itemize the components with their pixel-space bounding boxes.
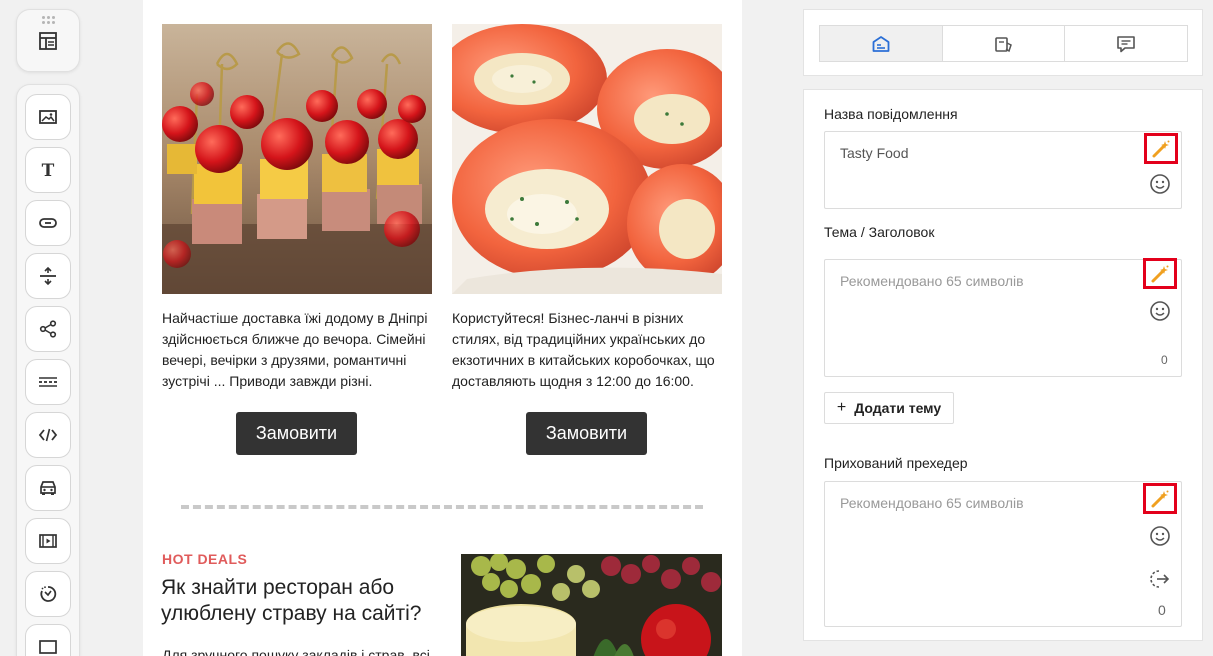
drag-handle-icon[interactable] (41, 16, 57, 24)
deal-image-cheese-fruit[interactable] (461, 554, 722, 656)
tab-sms-settings[interactable] (943, 26, 1066, 61)
message-name-value[interactable]: Tasty Food (840, 145, 908, 161)
spacer-block-icon (40, 266, 56, 286)
emoji-icon[interactable] (1149, 300, 1171, 322)
html-code-icon (38, 428, 58, 442)
svg-text:T: T (42, 161, 55, 180)
magic-wand-icon (1151, 490, 1169, 507)
order-button-left[interactable]: Замовити (236, 412, 357, 455)
emoji-icon[interactable] (1149, 525, 1171, 547)
ai-generate-button[interactable] (1143, 258, 1177, 289)
social-share-icon (39, 320, 57, 338)
button-block-button[interactable] (25, 200, 71, 246)
hot-deals-label: HOT DEALS (162, 551, 248, 567)
card-left-text: Найчастіше доставка їжі додому в Дніпрі … (162, 310, 428, 389)
timer-block-button[interactable] (25, 571, 71, 617)
image-block-button[interactable] (25, 94, 71, 140)
preheader-label: Прихований прехедер (824, 455, 968, 471)
email-canvas[interactable]: Найчастіше доставка їжі додому в Дніпрі … (143, 0, 742, 656)
settings-tabs (819, 25, 1188, 62)
more-block-icon (39, 640, 57, 654)
html-code-button[interactable] (25, 412, 71, 458)
message-name-field[interactable]: Tasty Food (824, 131, 1182, 209)
divider-block-button[interactable] (25, 359, 71, 405)
settings-tab-card (803, 9, 1203, 76)
video-block-button[interactable] (25, 518, 71, 564)
plus-icon: + (836, 399, 847, 416)
preheader-field[interactable]: Рекомендовано 65 символів 0 (824, 481, 1182, 627)
food-image-salmon-rolls[interactable] (452, 24, 722, 294)
more-block-button[interactable] (25, 624, 71, 656)
tab-message-settings[interactable] (1065, 26, 1187, 61)
add-topic-label: Додати тему (854, 400, 942, 416)
magic-wand-icon (1152, 140, 1170, 157)
preheader-placeholder[interactable]: Рекомендовано 65 символів (840, 495, 1024, 511)
magic-wand-icon (1151, 265, 1169, 282)
subject-char-counter: 0 (1161, 353, 1168, 367)
video-block-icon (39, 534, 57, 548)
tab-email-settings[interactable] (820, 26, 943, 61)
timer-block-icon (40, 586, 57, 602)
toolbar-layout-panel (16, 9, 80, 72)
social-share-button[interactable] (25, 306, 71, 352)
template-layout-icon[interactable] (38, 31, 58, 51)
preheader-char-counter: 0 (1158, 602, 1166, 618)
sms-settings-icon (994, 36, 1012, 52)
ai-generate-button[interactable] (1143, 483, 1177, 514)
email-settings-icon (872, 35, 890, 52)
hot-deals-body: Для зручного пошуку закладів і страв, вс… (162, 647, 430, 656)
insert-variable-icon[interactable] (1149, 568, 1171, 590)
subject-label: Тема / Заголовок (824, 224, 935, 240)
message-name-label: Назва повідомлення (824, 106, 958, 122)
subject-placeholder[interactable]: Рекомендовано 65 символів (840, 273, 1024, 289)
image-block-icon (39, 110, 57, 124)
button-block-icon (39, 218, 57, 228)
spacer-block-button[interactable] (25, 253, 71, 299)
message-settings-form: Назва повідомлення Tasty Food Тема / Заг… (803, 89, 1203, 641)
dashed-divider (181, 505, 703, 509)
product-block-icon (40, 481, 56, 495)
toolbar-blocks-panel: T (16, 84, 80, 656)
product-block-button[interactable] (25, 465, 71, 511)
food-image-skewers[interactable] (162, 24, 432, 294)
text-block-icon: T (42, 161, 55, 180)
add-topic-button[interactable]: + Додати тему (824, 392, 954, 424)
message-settings-icon (1117, 35, 1135, 52)
divider-block-icon (39, 377, 57, 387)
emoji-icon[interactable] (1149, 173, 1171, 195)
order-button-right[interactable]: Замовити (526, 412, 647, 455)
card-right-text: Користуйтеся! Бізнес-ланчі в різних стил… (452, 310, 715, 389)
hot-deals-title: Як знайти ресторан або улюблену страву н… (161, 576, 422, 625)
ai-generate-button[interactable] (1144, 133, 1178, 164)
text-block-button[interactable]: T (25, 147, 71, 193)
subject-field[interactable]: Рекомендовано 65 символів 0 (824, 258, 1182, 377)
